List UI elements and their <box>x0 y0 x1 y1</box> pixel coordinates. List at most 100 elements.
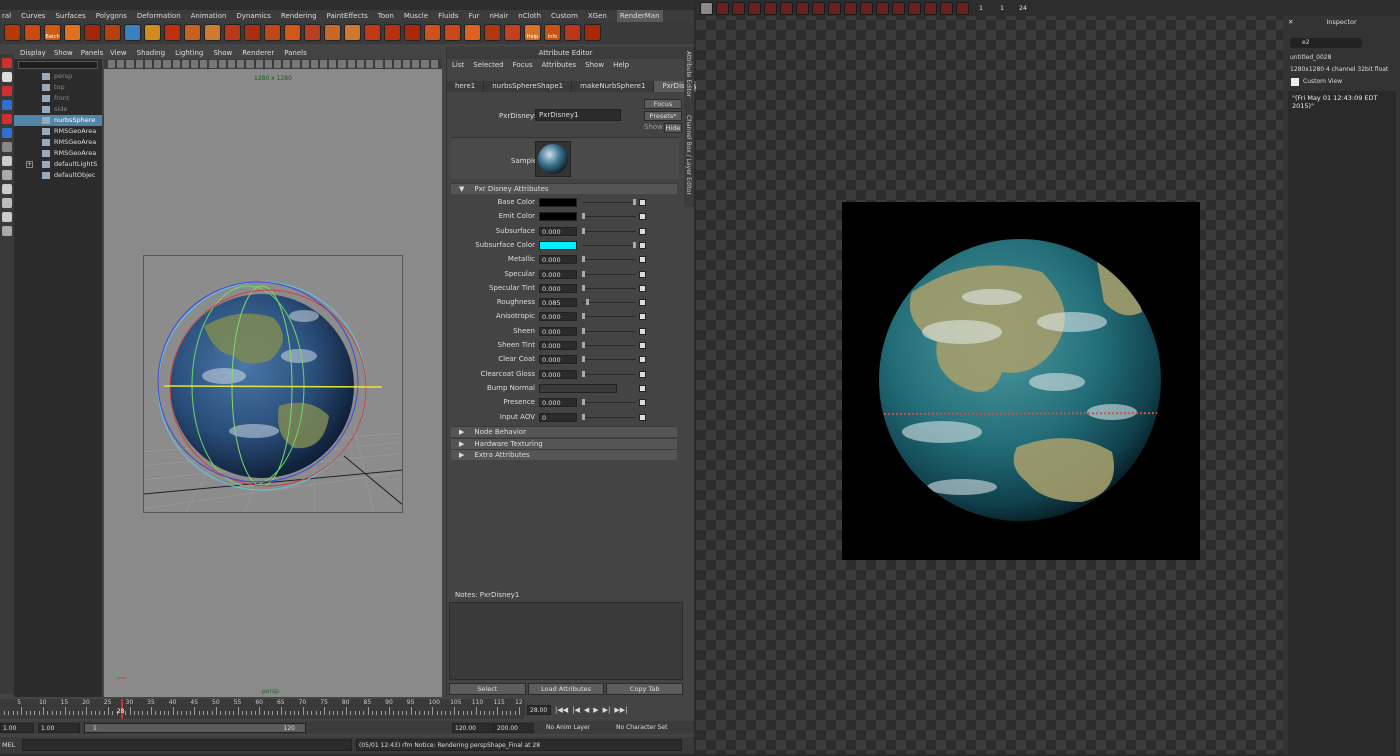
attribute-slider[interactable] <box>582 216 636 218</box>
it-tool-6-icon[interactable] <box>780 1 793 15</box>
shelf-tool-16-icon[interactable] <box>304 24 321 41</box>
viewport-tool-2-icon[interactable] <box>117 60 125 68</box>
menu-tab-toon[interactable]: Toon <box>378 10 394 22</box>
attribute-value-field[interactable]: 0.000 <box>539 255 577 265</box>
it-tool-9-icon[interactable] <box>828 1 841 15</box>
map-button-icon[interactable] <box>639 313 646 321</box>
node-name-field[interactable]: PxrDisney1 <box>535 109 621 121</box>
slider-handle[interactable] <box>582 284 585 291</box>
side-tab[interactable]: Channel Box / Layer Editor <box>685 115 692 195</box>
shelf-tool-5-icon[interactable] <box>84 24 101 41</box>
tool-4-icon[interactable] <box>2 100 12 110</box>
menu-tab-nhair[interactable]: nHair <box>489 10 508 22</box>
viewport-menu-shading[interactable]: Shading <box>137 47 165 59</box>
show-label[interactable]: Show <box>644 123 663 131</box>
shelf-tool-22-icon[interactable] <box>424 24 441 41</box>
attribute-slider[interactable] <box>582 416 636 418</box>
tool-13-icon[interactable] <box>2 226 12 236</box>
shelf-tool-28-icon[interactable]: Info <box>544 24 561 41</box>
range-slider-bar[interactable]: 1 120 <box>84 723 306 733</box>
viewport-tool-26-icon[interactable] <box>338 60 346 68</box>
outliner-item[interactable]: defaultObjec <box>14 170 102 181</box>
frame-range-field[interactable]: 24 <box>1014 5 1032 12</box>
attribute-slider[interactable] <box>582 230 636 232</box>
shelf-tool-30-icon[interactable] <box>584 24 601 41</box>
image-name-field[interactable]: e2 <box>1290 38 1362 48</box>
map-button-icon[interactable] <box>639 284 646 292</box>
map-button-icon[interactable] <box>639 299 646 307</box>
shelf-tool-6-icon[interactable] <box>104 24 121 41</box>
tool-11-icon[interactable] <box>2 198 12 208</box>
attribute-slider[interactable] <box>582 244 636 246</box>
it-tool-4-icon[interactable] <box>748 1 761 15</box>
map-button-icon[interactable] <box>639 399 646 407</box>
outliner-item[interactable]: + defaultLightS <box>14 159 102 170</box>
outliner-item[interactable]: top <box>14 82 102 93</box>
go-to-start-icon[interactable]: |◀◀ <box>555 706 568 714</box>
map-button-icon[interactable] <box>639 256 646 264</box>
ae-button-1[interactable]: Select <box>449 683 526 695</box>
viewport-tool-18-icon[interactable] <box>264 60 272 68</box>
viewport-tool-27-icon[interactable] <box>347 60 355 68</box>
viewport-tool-7-icon[interactable] <box>163 60 171 68</box>
collapsed-section[interactable]: ▶ Hardware Texturing <box>451 437 677 449</box>
outliner-item[interactable]: nurbsSphere <box>14 115 102 126</box>
viewport-tool-6-icon[interactable] <box>154 60 162 68</box>
shelf-tool-7-icon[interactable] <box>124 24 141 41</box>
menu-tab-muscle[interactable]: Muscle <box>404 10 428 22</box>
shelf-tool-18-icon[interactable] <box>344 24 361 41</box>
outliner-item[interactable]: RMSGeoArea <box>14 126 102 137</box>
attribute-slider[interactable] <box>582 259 636 261</box>
viewport-tool-30-icon[interactable] <box>375 60 383 68</box>
menu-tab-fluids[interactable]: Fluids <box>438 10 458 22</box>
tool-6-icon[interactable] <box>2 128 12 138</box>
sample-swatch[interactable] <box>535 141 571 177</box>
menu-tab-ncloth[interactable]: nCloth <box>518 10 541 22</box>
shelf-tool-11-icon[interactable] <box>204 24 221 41</box>
shelf-tool-23-icon[interactable] <box>444 24 461 41</box>
menu-tab-dynamics[interactable]: Dynamics <box>236 10 271 22</box>
ae-button-3[interactable]: Copy Tab <box>606 683 684 695</box>
attribute-slider[interactable] <box>582 202 636 203</box>
shelf-tool-10-icon[interactable] <box>184 24 201 41</box>
shelf-tool-17-icon[interactable] <box>324 24 341 41</box>
shelf-tool-14-icon[interactable] <box>264 24 281 41</box>
shelf-tool-4-icon[interactable] <box>64 24 81 41</box>
character-set-label[interactable]: No Character Set <box>614 723 684 733</box>
viewport-tool-8-icon[interactable] <box>172 60 180 68</box>
menu-tab-ral[interactable]: ral <box>2 10 11 22</box>
slider-handle[interactable] <box>582 356 585 363</box>
attribute-slider[interactable] <box>582 273 636 275</box>
it-tool-10-icon[interactable] <box>844 1 857 15</box>
tool-5-icon[interactable] <box>2 114 12 124</box>
viewport-tool-25-icon[interactable] <box>329 60 337 68</box>
step-forward-icon[interactable]: ▶| <box>603 706 611 714</box>
slider-handle[interactable] <box>633 241 636 248</box>
slider-handle[interactable] <box>582 213 585 220</box>
shelf-tool-19-icon[interactable] <box>364 24 381 41</box>
attribute-value-field[interactable]: 0.000 <box>539 283 577 293</box>
anim-layer-label[interactable]: No Anim Layer <box>544 723 606 733</box>
ae-menu-focus[interactable]: Focus <box>513 59 533 72</box>
node-tab[interactable]: nurbsSphereShape1 <box>484 81 573 92</box>
it-tool-17-icon[interactable] <box>956 1 969 15</box>
attribute-slider[interactable] <box>582 330 636 332</box>
range-start-field[interactable]: 1.00 <box>0 723 34 733</box>
it-tool-2-icon[interactable] <box>716 1 729 15</box>
viewport-tool-17-icon[interactable] <box>255 60 263 68</box>
presets-button[interactable]: Presets* <box>644 111 682 121</box>
it-tool-13-icon[interactable] <box>892 1 905 15</box>
ae-menu-list[interactable]: List <box>452 59 464 72</box>
viewport-tool-32-icon[interactable] <box>393 60 401 68</box>
perspective-viewport[interactable]: View Shading Lighting Show Renderer Panels 12… <box>104 47 442 697</box>
menu-tab-fur[interactable]: Fur <box>469 10 480 22</box>
map-button-icon[interactable] <box>639 413 646 421</box>
color-swatch[interactable] <box>539 240 577 250</box>
viewport-tool-4-icon[interactable] <box>135 60 143 68</box>
inspector-notes[interactable]: "(Fri May 01 12:43:09 EDT 2015)" <box>1288 91 1396 756</box>
node-tab[interactable]: makeNurbSphere1 <box>572 81 655 92</box>
node-tab[interactable]: here1 <box>447 81 485 92</box>
viewport-tool-36-icon[interactable] <box>430 60 438 68</box>
collapsed-section[interactable]: ▶ Node Behavior <box>451 426 677 437</box>
viewport-tool-1-icon[interactable] <box>108 60 116 68</box>
